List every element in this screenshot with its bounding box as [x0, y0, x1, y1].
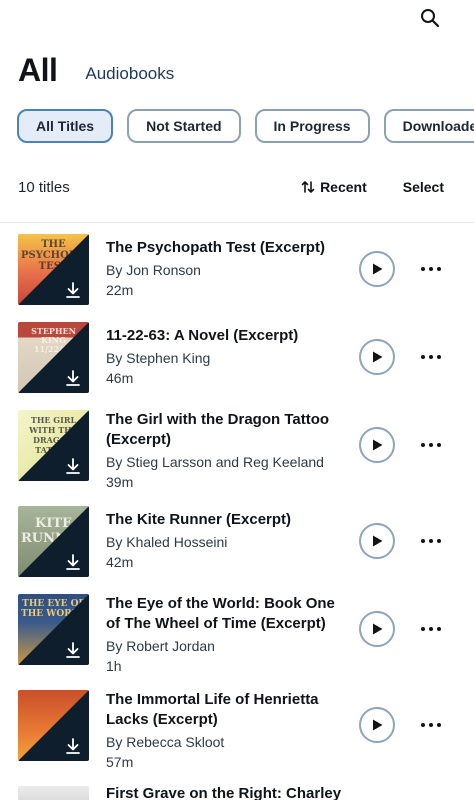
sort-arrows-icon: [301, 181, 315, 193]
play-icon: [373, 535, 383, 547]
book-author: By Khaled Hosseini: [106, 534, 228, 550]
more-horizontal-icon: [421, 355, 425, 359]
list-item[interactable]: THE PSYCHOPATH TEST The Psychopath Test …: [0, 232, 474, 314]
more-options-button[interactable]: [418, 715, 444, 735]
download-icon: [66, 554, 80, 570]
book-author: By Robert Jordan: [106, 638, 215, 654]
book-title: The Kite Runner (Excerpt): [106, 511, 292, 528]
more-options-button[interactable]: [418, 347, 444, 367]
page-title: All: [18, 52, 58, 88]
book-author: By Stephen King: [106, 350, 211, 366]
sort-label: Recent: [320, 179, 367, 195]
download-status: [63, 640, 83, 660]
book-cover[interactable]: [18, 690, 89, 761]
list-item[interactable]: STEPHEN KING 11/22/63 11-22-63: A Novel …: [0, 320, 474, 402]
book-info: 11-22-63: A Novel (Excerpt) By Stephen K…: [106, 326, 346, 388]
more-options-button[interactable]: [418, 435, 444, 455]
book-cover[interactable]: THE EYE OF THE WORLD: [18, 594, 89, 665]
book-info: The Immortal Life of Henrietta Lacks (Ex…: [106, 690, 346, 772]
list-controls: 10 titles Recent Select: [18, 176, 444, 198]
more-horizontal-icon: [421, 539, 425, 543]
more-horizontal-icon: [421, 627, 425, 631]
book-author: By Rebecca Skloot: [106, 734, 225, 750]
play-icon: [373, 439, 383, 451]
filter-chips: All Titles Not Started In Progress Downl…: [17, 109, 474, 143]
book-duration: 1h: [106, 658, 122, 674]
book-title: The Immortal Life of Henrietta Lacks (Ex…: [106, 691, 319, 728]
play-button[interactable]: [359, 707, 395, 743]
play-icon: [373, 719, 383, 731]
book-cover[interactable]: THE GIRL WITH THE DRAGON TATTOO: [18, 410, 89, 481]
book-cover[interactable]: KITE RUNNER: [18, 506, 89, 577]
title-count: 10 titles: [18, 178, 70, 196]
book-title: The Girl with the Dragon Tattoo (Excerpt…: [106, 411, 330, 448]
list-item[interactable]: THE GIRL WITH THE DRAGON TATTOO The Girl…: [0, 408, 474, 500]
download-status: [63, 368, 83, 388]
book-author: By Jon Ronson: [106, 262, 201, 278]
download-status: [63, 456, 83, 476]
list-actions: Recent Select: [301, 179, 444, 195]
book-list: THE PSYCHOPATH TEST The Psychopath Test …: [0, 222, 474, 800]
play-button[interactable]: [359, 523, 395, 559]
filter-in-progress[interactable]: In Progress: [254, 109, 370, 143]
more-horizontal-icon: [421, 723, 425, 727]
filter-downloaded[interactable]: Downloaded: [383, 109, 474, 143]
download-status: [63, 280, 83, 300]
book-title: The Eye of the World: Book One of The Wh…: [106, 595, 335, 632]
more-horizontal-icon: [421, 443, 425, 447]
book-duration: 46m: [106, 370, 134, 386]
category-subtitle[interactable]: Audiobooks: [85, 64, 174, 84]
play-icon: [373, 263, 383, 275]
download-icon: [66, 370, 80, 386]
audiobooks-library-screen: All Audiobooks All Titles Not Started In…: [0, 0, 474, 800]
book-title: 11-22-63: A Novel (Excerpt): [106, 327, 299, 344]
search-button[interactable]: [418, 6, 442, 30]
more-options-button[interactable]: [418, 531, 444, 551]
filter-not-started[interactable]: Not Started: [127, 109, 241, 143]
page-header: All Audiobooks: [18, 52, 174, 92]
select-button[interactable]: Select: [403, 179, 444, 195]
book-info: The Kite Runner (Excerpt) By Khaled Hoss…: [106, 510, 346, 572]
book-info: The Girl with the Dragon Tattoo (Excerpt…: [106, 410, 346, 492]
more-options-button[interactable]: [418, 259, 444, 279]
book-title: First Grave on the Right: Charley: [106, 785, 342, 800]
sort-button[interactable]: Recent: [301, 179, 367, 195]
play-icon: [373, 623, 383, 635]
download-status: [63, 736, 83, 756]
book-info: The Psychopath Test (Excerpt) By Jon Ron…: [106, 238, 346, 300]
download-icon: [66, 282, 80, 298]
play-button[interactable]: [359, 427, 395, 463]
book-title: The Psychopath Test (Excerpt): [106, 239, 325, 256]
download-status: [63, 552, 83, 572]
book-author: By Stieg Larsson and Reg Keeland: [106, 454, 324, 470]
book-cover[interactable]: STEPHEN KING 11/22/63: [18, 322, 89, 393]
play-icon: [373, 351, 383, 363]
download-icon: [66, 642, 80, 658]
book-duration: 22m: [106, 282, 134, 298]
list-item[interactable]: KITE RUNNER The Kite Runner (Excerpt) By…: [0, 506, 474, 588]
play-button[interactable]: [359, 251, 395, 287]
list-item[interactable]: THE EYE OF THE WORLD The Eye of the Worl…: [0, 594, 474, 686]
book-duration: 42m: [106, 554, 134, 570]
filter-all-titles[interactable]: All Titles: [17, 109, 114, 143]
book-cover[interactable]: [18, 786, 89, 800]
list-item[interactable]: First Grave on the Right: Charley: [0, 784, 474, 800]
download-icon: [66, 738, 80, 754]
search-icon: [421, 9, 440, 28]
play-button[interactable]: [359, 339, 395, 375]
book-duration: 39m: [106, 474, 134, 490]
book-info: First Grave on the Right: Charley: [106, 784, 366, 800]
play-button[interactable]: [359, 611, 395, 647]
cover-art: [18, 786, 89, 800]
book-duration: 57m: [106, 754, 134, 770]
book-info: The Eye of the World: Book One of The Wh…: [106, 594, 346, 676]
download-icon: [66, 458, 80, 474]
more-options-button[interactable]: [418, 619, 444, 639]
book-cover[interactable]: THE PSYCHOPATH TEST: [18, 234, 89, 305]
list-item[interactable]: The Immortal Life of Henrietta Lacks (Ex…: [0, 690, 474, 782]
more-horizontal-icon: [421, 267, 425, 271]
